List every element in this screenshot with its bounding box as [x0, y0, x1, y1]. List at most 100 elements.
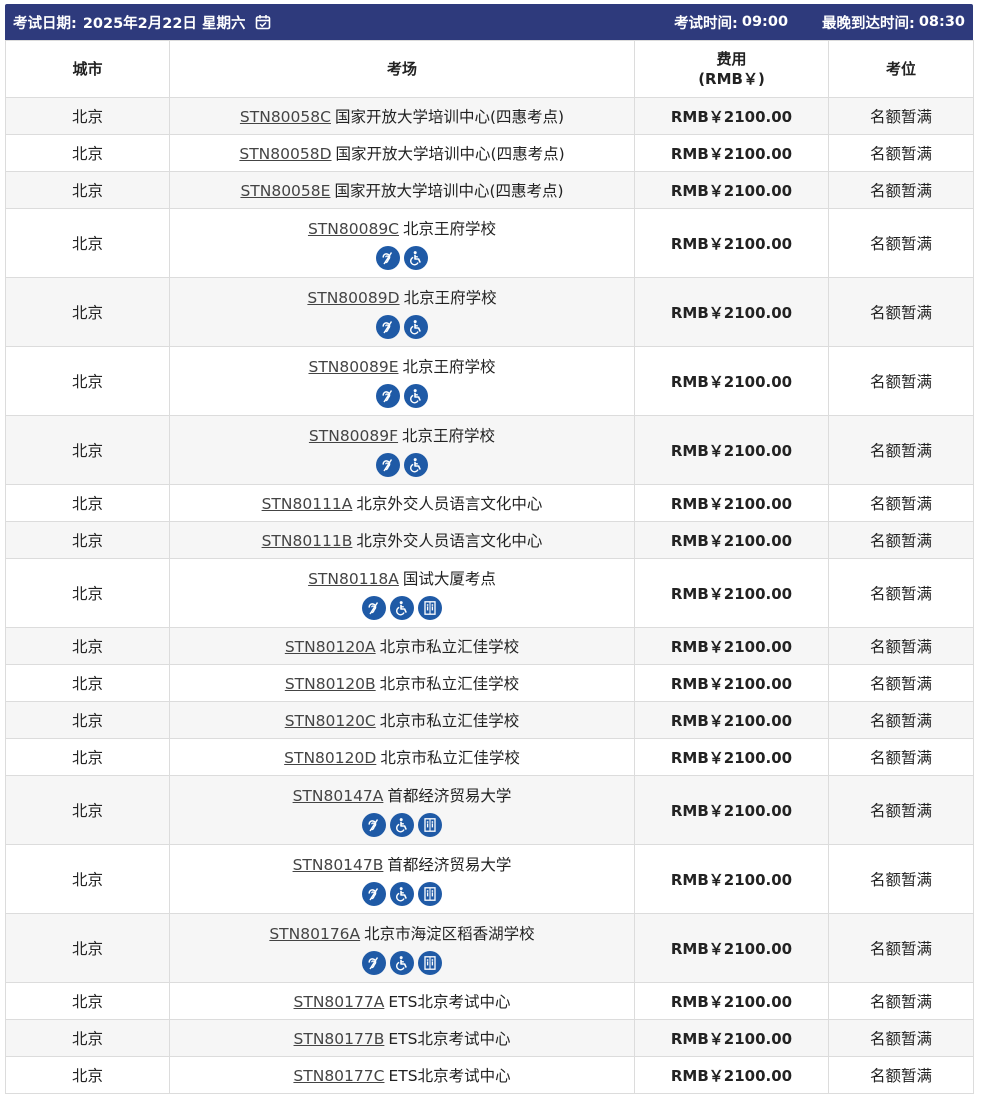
wheelchair-icon: [390, 881, 414, 906]
table-row: 北京 STN80120D 北京市私立汇佳学校 RMB￥2100.00 名额暂满: [5, 738, 974, 776]
venue-code-link[interactable]: STN80177C: [293, 1067, 384, 1085]
table-header-row: 城市 考场 费用 (RMB￥) 考位: [5, 40, 974, 98]
hearing-icon: [362, 950, 386, 975]
fee-cell: RMB￥2100.00: [634, 1056, 829, 1094]
table-row: 北京 STN80058C 国家开放大学培训中心(四惠考点) RMB￥2100.00 名额…: [5, 97, 974, 135]
elevator-icon: [418, 812, 442, 837]
calendar-icon[interactable]: [255, 14, 271, 30]
fee-cell: RMB￥2100.00: [634, 415, 829, 485]
venue-cell: STN80177A ETS北京考试中心: [169, 982, 635, 1020]
venue-code-link[interactable]: STN80120D: [284, 749, 376, 767]
city-cell: 北京: [5, 521, 170, 559]
hearing-icon: [376, 245, 400, 270]
venue-name: ETS北京考试中心: [388, 1067, 511, 1085]
venue-code-link[interactable]: STN80089D: [307, 289, 399, 307]
wheelchair-icon: [404, 245, 428, 270]
city-cell: 北京: [5, 415, 170, 485]
venue-name: 北京外交人员语言文化中心: [356, 532, 543, 550]
city-cell: 北京: [5, 277, 170, 347]
venue-code-link[interactable]: STN80111A: [262, 495, 353, 513]
city-cell: 北京: [5, 484, 170, 522]
venue-code-link[interactable]: STN80120A: [285, 638, 376, 656]
seat-status-cell: 名额暂满: [828, 627, 974, 665]
venue-cell: STN80089C 北京王府学校: [169, 208, 635, 278]
venue-code-link[interactable]: STN80058D: [239, 145, 331, 163]
venue-cell: STN80118A 国试大厦考点: [169, 558, 635, 628]
venue-code-link[interactable]: STN80111B: [262, 532, 353, 550]
venue-line: STN80118A 国试大厦考点: [170, 567, 634, 589]
exam-time-label: 考试时间:: [674, 15, 738, 32]
venue-cell: STN80120A 北京市私立汇佳学校: [169, 627, 635, 665]
elevator-icon: [418, 950, 442, 975]
fee-cell: RMB￥2100.00: [634, 775, 829, 845]
seat-status-cell: 名额暂满: [828, 982, 974, 1020]
fee-cell: RMB￥2100.00: [634, 97, 829, 135]
table-row: 北京 STN80120C 北京市私立汇佳学校 RMB￥2100.00 名额暂满: [5, 701, 974, 739]
venue-name: 北京市私立汇佳学校: [379, 712, 520, 730]
seat-status-cell: 名额暂满: [828, 664, 974, 702]
seat-status-cell: 名额暂满: [828, 208, 974, 278]
venue-line: STN80089E 北京王府学校: [170, 355, 634, 377]
fee-cell: RMB￥2100.00: [634, 738, 829, 776]
fee-cell: RMB￥2100.00: [634, 558, 829, 628]
city-cell: 北京: [5, 171, 170, 209]
table-row: 北京 STN80147B 首都经济贸易大学 RMB￥2100.00 名额暂满: [5, 844, 974, 914]
fee-cell: RMB￥2100.00: [634, 346, 829, 416]
venue-code-link[interactable]: STN80147A: [293, 787, 384, 805]
venue-code-link[interactable]: STN80058C: [240, 108, 331, 126]
column-header-city: 城市: [5, 40, 170, 98]
venue-line: STN80111B 北京外交人员语言文化中心: [170, 529, 634, 551]
fee-cell: RMB￥2100.00: [634, 521, 829, 559]
venue-line: STN80177B ETS北京考试中心: [170, 1027, 634, 1049]
venue-line: STN80058C 国家开放大学培训中心(四惠考点): [170, 105, 634, 127]
venue-code-link[interactable]: STN80089E: [308, 358, 398, 376]
accessibility-icons: [170, 595, 634, 620]
column-header-fee: 费用 (RMB￥): [634, 40, 829, 98]
venue-cell: STN80147A 首都经济贸易大学: [169, 775, 635, 845]
venue-line: STN80111A 北京外交人员语言文化中心: [170, 492, 634, 514]
venue-cell: STN80089F 北京王府学校: [169, 415, 635, 485]
wheelchair-icon: [390, 950, 414, 975]
seat-status-cell: 名额暂满: [828, 346, 974, 416]
venue-name: 首都经济贸易大学: [387, 786, 512, 805]
venue-cell: STN80111A 北京外交人员语言文化中心: [169, 484, 635, 522]
venue-name: 国家开放大学培训中心(四惠考点): [334, 108, 565, 126]
venue-line: STN80058D 国家开放大学培训中心(四惠考点): [170, 142, 634, 164]
accessibility-icons: [170, 950, 634, 975]
city-cell: 北京: [5, 1019, 170, 1057]
table-row: 北京 STN80176A 北京市海淀区稻香湖学校 RMB￥2100.00 名额暂满: [5, 913, 974, 983]
venue-code-link[interactable]: STN80089F: [309, 427, 398, 445]
venue-code-link[interactable]: STN80177B: [294, 1030, 385, 1048]
venue-line: STN80058E 国家开放大学培训中心(四惠考点): [170, 179, 634, 201]
table-row: 北京 STN80177C ETS北京考试中心 RMB￥2100.00 名额暂满: [5, 1056, 974, 1094]
venue-line: STN80147B 首都经济贸易大学: [170, 853, 634, 875]
venue-name: 北京市私立汇佳学校: [379, 675, 520, 693]
venue-code-link[interactable]: STN80147B: [293, 856, 384, 874]
venue-line: STN80120D 北京市私立汇佳学校: [170, 746, 634, 768]
elevator-icon: [418, 595, 442, 620]
venue-code-link[interactable]: STN80176A: [269, 925, 360, 943]
city-cell: 北京: [5, 982, 170, 1020]
venue-cell: STN80120B 北京市私立汇佳学校: [169, 664, 635, 702]
accessibility-icons: [170, 383, 634, 408]
venue-cell: STN80089D 北京王府学校: [169, 277, 635, 347]
hearing-icon: [362, 595, 386, 620]
fee-header-line2: (RMB￥): [698, 70, 765, 88]
seat-status-cell: 名额暂满: [828, 484, 974, 522]
venue-cell: STN80176A 北京市海淀区稻香湖学校: [169, 913, 635, 983]
venue-code-link[interactable]: STN80120C: [285, 712, 376, 730]
venue-name: 首都经济贸易大学: [387, 855, 512, 874]
fee-cell: RMB￥2100.00: [634, 484, 829, 522]
exam-time-value: 09:00: [741, 14, 789, 30]
venue-code-link[interactable]: STN80089C: [308, 220, 399, 238]
seat-status-cell: 名额暂满: [828, 97, 974, 135]
venue-cell: STN80147B 首都经济贸易大学: [169, 844, 635, 914]
city-cell: 北京: [5, 134, 170, 172]
wheelchair-icon: [390, 812, 414, 837]
accessibility-icons: [170, 881, 634, 906]
venue-code-link[interactable]: STN80177A: [294, 993, 385, 1011]
venue-code-link[interactable]: STN80058E: [240, 182, 330, 200]
venue-code-link[interactable]: STN80120B: [285, 675, 376, 693]
venue-code-link[interactable]: STN80118A: [308, 570, 399, 588]
city-cell: 北京: [5, 701, 170, 739]
